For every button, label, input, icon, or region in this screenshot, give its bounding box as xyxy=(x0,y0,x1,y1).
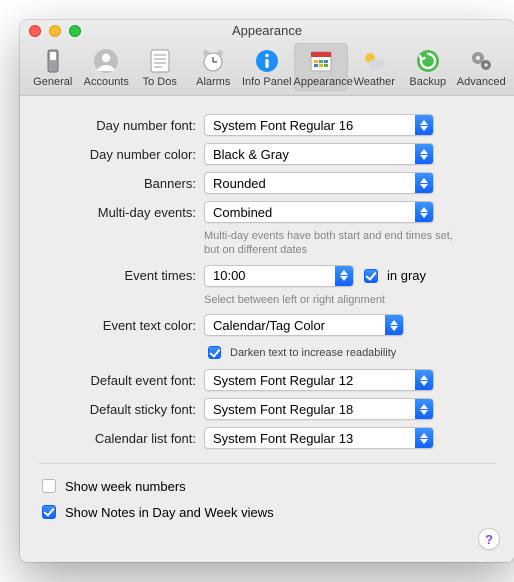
info-icon xyxy=(251,46,283,76)
multi-day-events-label: Multi-day events: xyxy=(38,205,196,220)
gears-icon xyxy=(465,46,497,76)
in-gray-input[interactable] xyxy=(364,269,378,283)
appearance-pane: Day number font: System Font Regular 16 … xyxy=(20,96,514,562)
select-value: 10:00 xyxy=(205,268,335,283)
toolbar-item-weather[interactable]: Weather xyxy=(348,43,402,91)
event-text-color-select[interactable]: Calendar/Tag Color xyxy=(204,314,404,336)
chevron-updown-icon xyxy=(415,173,433,193)
event-text-color-label: Event text color: xyxy=(38,318,196,333)
preferences-window: Appearance General Accounts To Dos Ala xyxy=(20,20,514,562)
toolbar-item-label: To Dos xyxy=(133,76,187,88)
show-notes-checkbox[interactable]: Show Notes in Day and Week views xyxy=(38,502,496,522)
chevron-updown-icon xyxy=(415,428,433,448)
multi-day-events-hint: Multi-day events have both start and end… xyxy=(204,230,464,258)
chevron-updown-icon xyxy=(415,399,433,419)
in-gray-label: in gray xyxy=(387,268,426,283)
select-value: System Font Regular 18 xyxy=(205,402,415,417)
event-times-label: Event times: xyxy=(38,268,196,283)
prefs-toolbar: General Accounts To Dos Alarms Info Pane xyxy=(20,41,514,96)
toolbar-item-alarms[interactable]: Alarms xyxy=(187,43,241,91)
select-value: Rounded xyxy=(205,176,415,191)
calendar-list-font-label: Calendar list font: xyxy=(38,431,196,446)
day-number-font-label: Day number font: xyxy=(38,118,196,133)
show-notes-input[interactable] xyxy=(42,505,56,519)
question-icon: ? xyxy=(485,532,493,547)
default-event-font-select[interactable]: System Font Regular 12 xyxy=(204,369,434,391)
show-week-numbers-input[interactable] xyxy=(42,479,56,493)
show-week-numbers-checkbox[interactable]: Show week numbers xyxy=(38,476,496,496)
user-icon xyxy=(90,46,122,76)
toolbar-item-label: Backup xyxy=(401,76,455,88)
darken-text-label: Darken text to increase readability xyxy=(230,347,396,359)
chevron-updown-icon xyxy=(415,370,433,390)
darken-text-input[interactable] xyxy=(208,346,221,359)
toolbar-item-label: Advanced xyxy=(455,76,509,88)
switch-icon xyxy=(37,46,69,76)
day-number-color-select[interactable]: Black & Gray xyxy=(204,143,434,165)
default-event-font-label: Default event font: xyxy=(38,373,196,388)
window-title: Appearance xyxy=(20,23,514,38)
calendar-list-font-select[interactable]: System Font Regular 13 xyxy=(204,427,434,449)
weather-icon xyxy=(358,46,390,76)
default-sticky-font-label: Default sticky font: xyxy=(38,402,196,417)
bottom-options: Show week numbers Show Notes in Day and … xyxy=(38,463,496,522)
day-number-font-select[interactable]: System Font Regular 16 xyxy=(204,114,434,136)
toolbar-item-appearance[interactable]: Appearance xyxy=(294,43,348,91)
toolbar-item-label: Alarms xyxy=(187,76,241,88)
select-value: System Font Regular 13 xyxy=(205,431,415,446)
toolbar-item-general[interactable]: General xyxy=(26,43,80,91)
titlebar: Appearance xyxy=(20,20,514,41)
in-gray-checkbox[interactable]: in gray xyxy=(360,266,426,286)
select-value: Black & Gray xyxy=(205,147,415,162)
select-value: Calendar/Tag Color xyxy=(205,318,385,333)
show-week-numbers-label: Show week numbers xyxy=(65,479,186,494)
day-number-color-label: Day number color: xyxy=(38,147,196,162)
chevron-updown-icon xyxy=(415,202,433,222)
list-icon xyxy=(144,46,176,76)
multi-day-events-select[interactable]: Combined xyxy=(204,201,434,223)
toolbar-item-todos[interactable]: To Dos xyxy=(133,43,187,91)
toolbar-item-label: General xyxy=(26,76,80,88)
banners-select[interactable]: Rounded xyxy=(204,172,434,194)
event-times-select[interactable]: 10:00 xyxy=(204,265,354,287)
toolbar-item-accounts[interactable]: Accounts xyxy=(80,43,134,91)
toolbar-item-backup[interactable]: Backup xyxy=(401,43,455,91)
chevron-updown-icon xyxy=(385,315,403,335)
toolbar-item-label: Weather xyxy=(348,76,402,88)
chevron-updown-icon xyxy=(415,115,433,135)
event-times-hint: Select between left or right alignment xyxy=(204,294,496,308)
alarm-icon xyxy=(197,46,229,76)
toolbar-item-label: Accounts xyxy=(80,76,134,88)
select-value: System Font Regular 12 xyxy=(205,373,415,388)
toolbar-item-info-panel[interactable]: Info Panel xyxy=(240,43,294,91)
select-value: Combined xyxy=(205,205,415,220)
chevron-updown-icon xyxy=(415,144,433,164)
toolbar-item-label: Appearance xyxy=(294,76,348,88)
default-sticky-font-select[interactable]: System Font Regular 18 xyxy=(204,398,434,420)
toolbar-item-label: Info Panel xyxy=(240,76,294,88)
darken-text-checkbox[interactable]: Darken text to increase readability xyxy=(204,343,496,362)
select-value: System Font Regular 16 xyxy=(205,118,415,133)
backup-icon xyxy=(412,46,444,76)
banners-label: Banners: xyxy=(38,176,196,191)
chevron-updown-icon xyxy=(335,266,353,286)
toolbar-item-advanced[interactable]: Advanced xyxy=(455,43,509,91)
show-notes-label: Show Notes in Day and Week views xyxy=(65,505,274,520)
calendar-icon xyxy=(305,46,337,76)
